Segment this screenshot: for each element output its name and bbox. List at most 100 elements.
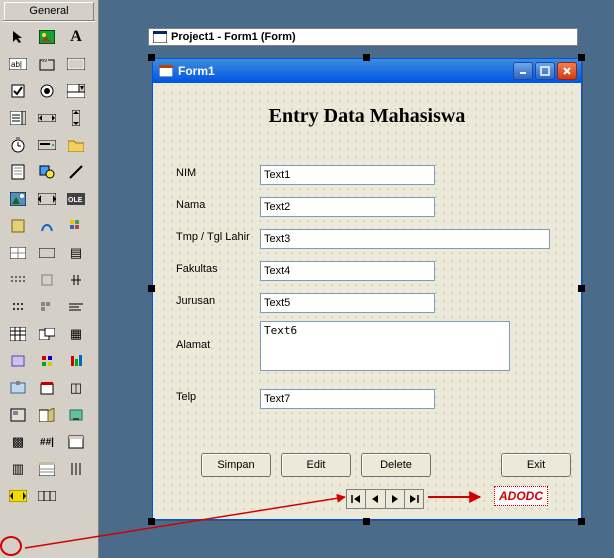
resize-handle[interactable] bbox=[363, 518, 370, 525]
input-nim[interactable] bbox=[260, 165, 435, 185]
minimize-button[interactable] bbox=[513, 62, 533, 80]
label-alamat: Alamat bbox=[176, 339, 210, 351]
resize-handle[interactable] bbox=[363, 54, 370, 61]
resize-handle[interactable] bbox=[578, 285, 585, 292]
svg-text:ab|: ab| bbox=[11, 60, 22, 69]
input-alamat[interactable] bbox=[260, 321, 510, 371]
vscrollbar-icon[interactable] bbox=[63, 106, 89, 130]
ctl6-icon[interactable]: ▤ bbox=[63, 241, 89, 265]
adodc-control[interactable] bbox=[346, 489, 424, 509]
ctl10-icon[interactable] bbox=[5, 295, 31, 319]
ctl35-icon[interactable] bbox=[34, 484, 60, 508]
annotation-adodc-label: ADODC bbox=[494, 486, 548, 506]
ctl28-icon[interactable]: ▥ bbox=[5, 457, 31, 481]
label-nama: Nama bbox=[176, 199, 205, 211]
adodc-next-icon[interactable] bbox=[386, 490, 405, 508]
form-icon bbox=[153, 31, 167, 43]
ctl24-icon[interactable] bbox=[63, 403, 89, 427]
ctl9-icon[interactable] bbox=[63, 268, 89, 292]
close-button[interactable] bbox=[557, 62, 577, 80]
adodc-last-icon[interactable] bbox=[405, 490, 423, 508]
adodc-first-icon[interactable] bbox=[347, 490, 366, 508]
label-telp: Telp bbox=[176, 391, 196, 403]
ctl17-icon[interactable] bbox=[34, 349, 60, 373]
ctl19-icon[interactable] bbox=[5, 376, 31, 400]
input-nama[interactable] bbox=[260, 197, 435, 217]
optionbutton-icon[interactable] bbox=[34, 79, 60, 103]
input-ttl[interactable] bbox=[260, 229, 550, 249]
form-caption: Form1 bbox=[178, 64, 215, 78]
ole-icon[interactable]: OLE bbox=[63, 187, 89, 211]
resize-handle[interactable] bbox=[578, 54, 585, 61]
ctl25-icon[interactable]: ▩ bbox=[5, 430, 31, 454]
ctl23-icon[interactable] bbox=[34, 403, 60, 427]
line-icon[interactable] bbox=[63, 160, 89, 184]
adodc-prev-icon[interactable] bbox=[366, 490, 385, 508]
ctl27-icon[interactable] bbox=[63, 430, 89, 454]
ctl2-icon[interactable] bbox=[34, 214, 60, 238]
timer-icon[interactable] bbox=[5, 133, 31, 157]
resize-handle[interactable] bbox=[578, 518, 585, 525]
resize-handle[interactable] bbox=[148, 54, 155, 61]
form-titlebar[interactable]: Form1 bbox=[153, 59, 581, 83]
button-exit[interactable]: Exit bbox=[501, 453, 571, 477]
ctl1-icon[interactable] bbox=[5, 214, 31, 238]
ctl4-icon[interactable] bbox=[5, 241, 31, 265]
adodc-icon[interactable] bbox=[5, 484, 31, 508]
svg-text:OLE: OLE bbox=[68, 197, 83, 204]
label-jurusan: Jurusan bbox=[176, 295, 215, 307]
toolbox-panel: General A ab| xv OLE ▤ bbox=[0, 0, 99, 558]
listbox-icon[interactable] bbox=[5, 106, 31, 130]
ctl8-icon[interactable] bbox=[34, 268, 60, 292]
commandbutton-icon[interactable] bbox=[63, 52, 89, 76]
resize-handle[interactable] bbox=[148, 285, 155, 292]
ctl5-icon[interactable] bbox=[34, 241, 60, 265]
combobox-icon[interactable] bbox=[63, 79, 89, 103]
label-fakultas: Fakultas bbox=[176, 263, 218, 275]
ctl13-icon[interactable] bbox=[5, 322, 31, 346]
button-delete[interactable]: Delete bbox=[361, 453, 431, 477]
input-telp[interactable] bbox=[260, 389, 435, 409]
dirlistbox-icon[interactable] bbox=[63, 133, 89, 157]
checkbox-icon[interactable] bbox=[5, 79, 31, 103]
form-window: Form1 Entry Data Mahasiswa NIM Nama Tmp … bbox=[152, 58, 582, 520]
ctl18-icon[interactable] bbox=[63, 349, 89, 373]
input-jurusan[interactable] bbox=[260, 293, 435, 313]
mdi-child-titlebar[interactable]: Project1 - Form1 (Form) bbox=[148, 28, 578, 46]
hscrollbar-icon[interactable] bbox=[34, 106, 60, 130]
label-nim: NIM bbox=[176, 167, 196, 179]
ctl12-icon[interactable] bbox=[63, 295, 89, 319]
ctl30-icon[interactable] bbox=[63, 457, 89, 481]
ctl15-icon[interactable]: ▦ bbox=[63, 322, 89, 346]
pointer-icon[interactable] bbox=[5, 25, 31, 49]
toolbox-tab-general[interactable]: General bbox=[4, 2, 94, 20]
label-icon[interactable]: A bbox=[63, 25, 89, 49]
image-icon[interactable] bbox=[5, 187, 31, 211]
toolbox-grid: A ab| xv OLE ▤ bbox=[0, 25, 98, 510]
maximize-button[interactable] bbox=[535, 62, 555, 80]
textbox-icon[interactable]: ab| bbox=[5, 52, 31, 76]
data-icon[interactable] bbox=[34, 187, 60, 211]
picturebox-icon[interactable] bbox=[34, 25, 60, 49]
ctl22-icon[interactable] bbox=[5, 403, 31, 427]
button-simpan[interactable]: Simpan bbox=[201, 453, 271, 477]
label-ttl: Tmp / Tgl Lahir bbox=[176, 231, 250, 243]
mdi-child-title: Project1 - Form1 (Form) bbox=[171, 31, 296, 43]
drivelistbox-icon[interactable] bbox=[34, 133, 60, 157]
ctl3-icon[interactable] bbox=[63, 214, 89, 238]
ctl7-icon[interactable] bbox=[5, 268, 31, 292]
frame-icon[interactable]: xv bbox=[34, 52, 60, 76]
page-title: Entry Data Mahasiswa bbox=[156, 105, 578, 128]
ctl20-icon[interactable] bbox=[34, 376, 60, 400]
button-edit[interactable]: Edit bbox=[281, 453, 351, 477]
ctl29-icon[interactable] bbox=[34, 457, 60, 481]
ctl21-icon[interactable]: ◫ bbox=[63, 376, 89, 400]
ctl14-icon[interactable] bbox=[34, 322, 60, 346]
input-fakultas[interactable] bbox=[260, 261, 435, 281]
filelistbox-icon[interactable] bbox=[5, 160, 31, 184]
resize-handle[interactable] bbox=[148, 518, 155, 525]
ctl16-icon[interactable] bbox=[5, 349, 31, 373]
shape-icon[interactable] bbox=[34, 160, 60, 184]
ctl11-icon[interactable] bbox=[34, 295, 60, 319]
ctl26-icon[interactable]: ##| bbox=[34, 430, 60, 454]
